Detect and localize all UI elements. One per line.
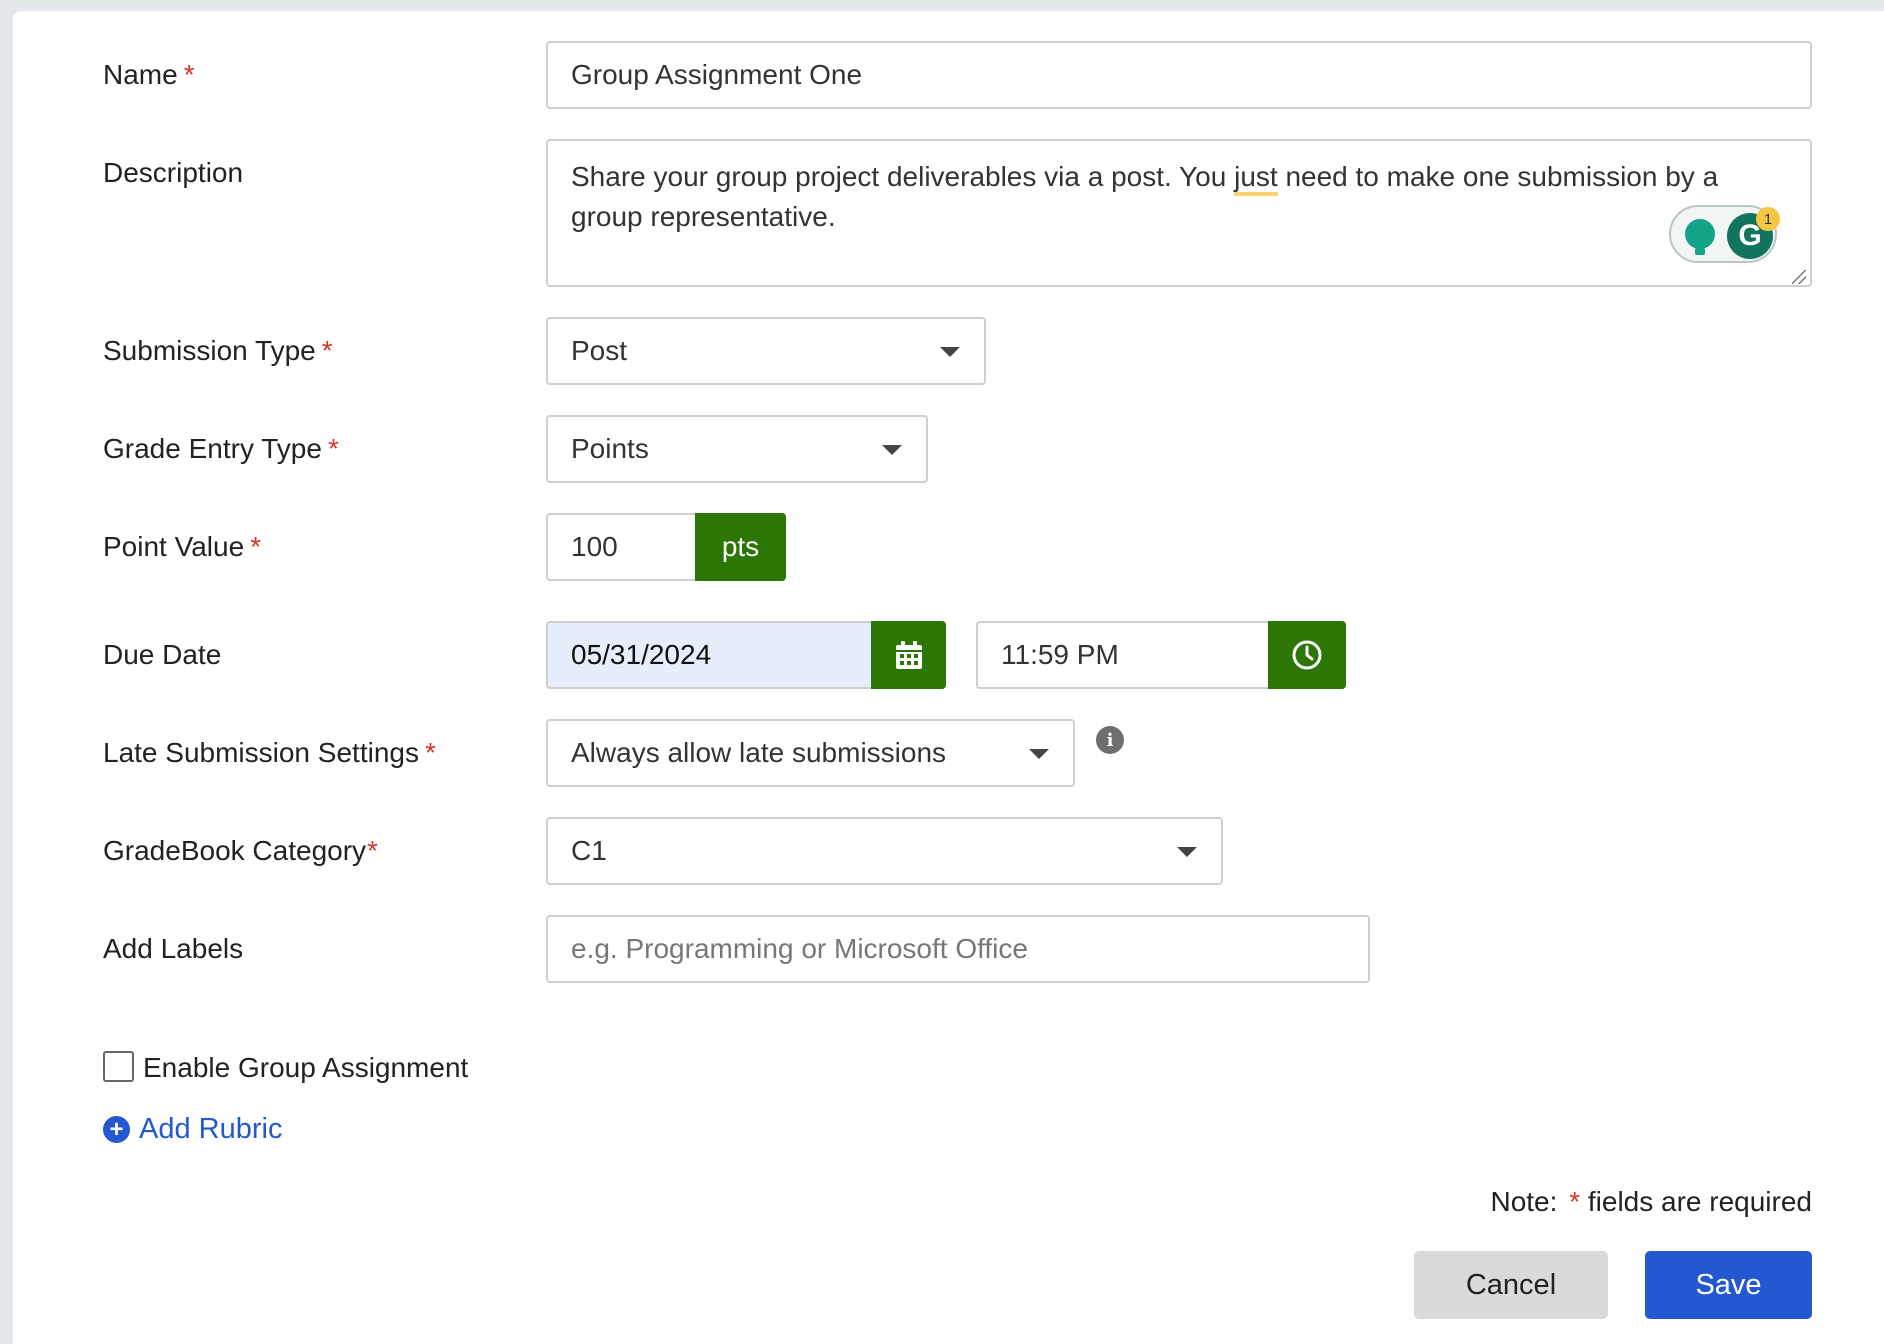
due-time-input[interactable]: 11:59 PM (976, 621, 1270, 689)
name-label: Name * (103, 59, 195, 90)
calendar-icon (895, 641, 922, 669)
required-marker: * (1569, 1186, 1581, 1217)
add-labels-label: Add Labels (103, 933, 244, 964)
due-date-label: Due Date (103, 639, 222, 670)
grammarly-icon[interactable]: G 1 (1669, 205, 1780, 263)
labels-input[interactable]: e.g. Programming or Microsoft Office (546, 915, 1370, 983)
caret-down-icon (940, 347, 960, 357)
lightbulb-icon[interactable] (1685, 219, 1715, 255)
info-icon[interactable]: i (1096, 726, 1124, 754)
name-input[interactable]: Group Assignment One (546, 41, 1812, 109)
required-marker: * (367, 835, 378, 866)
point-value-input[interactable]: 100 (546, 513, 698, 581)
required-note: Note: * fields are required (1490, 1186, 1812, 1217)
clock-icon (1292, 640, 1322, 670)
description-textarea[interactable]: Share your group project deliverables vi… (546, 139, 1812, 287)
clock-button[interactable] (1268, 621, 1346, 689)
plus-circle-icon: + (103, 1116, 130, 1143)
add-rubric-link[interactable]: + Add Rubric (103, 1113, 282, 1146)
grade-entry-type-label: Grade Entry Type * (103, 433, 339, 464)
required-marker: * (250, 531, 262, 562)
grammarly-count-badge: 1 (1756, 207, 1780, 231)
calendar-button[interactable] (871, 621, 946, 689)
gradebook-category-label: GradeBook Category* (103, 835, 378, 866)
due-date-input[interactable]: 05/31/2024 (546, 621, 874, 689)
submission-type-label: Submission Type * (103, 335, 333, 366)
save-button[interactable]: Save (1645, 1251, 1812, 1319)
points-unit-addon: pts (695, 513, 786, 581)
grammar-highlight[interactable]: just (1234, 161, 1278, 196)
required-marker: * (327, 433, 339, 464)
resize-handle-icon[interactable] (1792, 270, 1806, 284)
caret-down-icon (1029, 749, 1049, 759)
required-marker: * (183, 59, 195, 90)
point-value-label: Point Value * (103, 531, 262, 562)
cancel-button[interactable]: Cancel (1414, 1251, 1608, 1319)
description-label: Description (103, 157, 244, 188)
submission-type-select[interactable]: Post (546, 317, 986, 385)
enable-group-label[interactable]: Enable Group Assignment (143, 1051, 468, 1085)
description-text: Share your group project deliverables vi… (571, 161, 1719, 232)
caret-down-icon (1177, 847, 1197, 857)
late-submission-select[interactable]: Always allow late submissions (546, 719, 1075, 787)
late-submission-label: Late Submission Settings * (103, 737, 436, 768)
required-marker: * (424, 737, 436, 768)
required-marker: * (321, 335, 333, 366)
enable-group-checkbox[interactable] (103, 1051, 134, 1082)
grade-entry-type-select[interactable]: Points (546, 415, 928, 483)
caret-down-icon (882, 445, 902, 455)
gradebook-category-select[interactable]: C1 (546, 817, 1223, 885)
